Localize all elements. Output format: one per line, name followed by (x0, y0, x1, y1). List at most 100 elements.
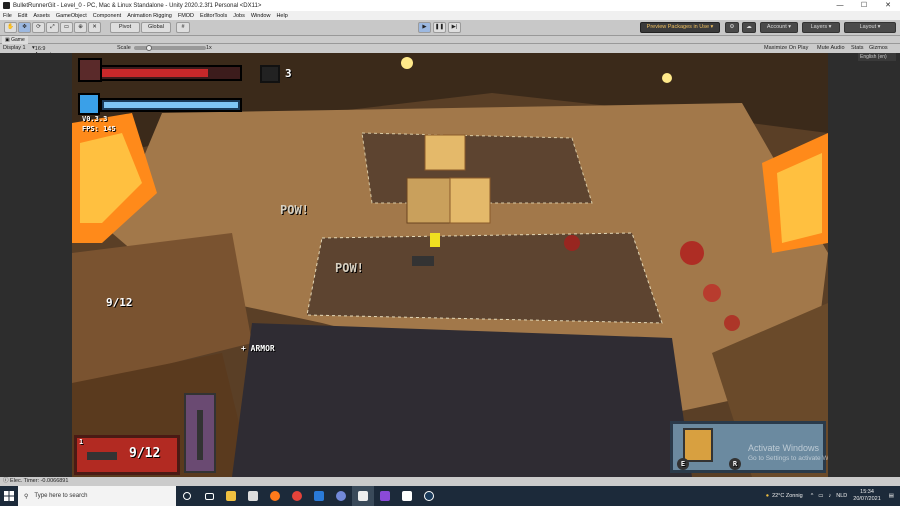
status-bar: ⓘ Elec. Timer: -0.0066891 (0, 477, 900, 486)
rect-tool-icon[interactable]: ▭ (60, 22, 73, 33)
layout-label: Layout (859, 24, 877, 30)
network-icon[interactable]: ▭ (818, 493, 823, 499)
close-button[interactable]: ✕ (876, 0, 900, 11)
menu-file[interactable]: File (3, 13, 12, 19)
title-bar: BulletRunnerGit - Level_0 - PC, Mac & Li… (0, 0, 900, 11)
scale-slider-handle[interactable] (146, 45, 152, 51)
menu-jobs[interactable]: Jobs (233, 13, 245, 19)
pivot-label: Pivot (118, 24, 132, 30)
activate-windows-title: Activate Windows (748, 443, 820, 453)
weapon-panel: 1 9/12 (74, 435, 180, 475)
twitch-icon[interactable] (396, 486, 418, 506)
menu-window[interactable]: Window (251, 13, 271, 19)
menu-help[interactable]: Help (276, 13, 287, 19)
pow-text-2: POW! (335, 261, 364, 275)
global-label: Global (148, 24, 164, 30)
language-dropdown[interactable]: English (en) (858, 53, 896, 61)
notification-icon[interactable]: ▤ (889, 493, 894, 499)
menu-fmod[interactable]: FMOD (178, 13, 194, 19)
health-bar-fill (86, 69, 208, 77)
layout-dropdown[interactable]: Layout ▾ (844, 22, 896, 33)
account-dropdown[interactable]: Account ▾ (760, 22, 798, 33)
scale-tool-icon[interactable]: ⤢ (46, 22, 59, 33)
menu-component[interactable]: Component (93, 13, 121, 19)
mute-audio-toggle[interactable]: Mute Audio (817, 45, 845, 51)
maximize-on-play-toggle[interactable]: Maximize On Play (764, 45, 808, 51)
preview-packages-dropdown[interactable]: Preview Packages in Use ▾ (640, 22, 720, 33)
file-explorer-icon[interactable] (220, 486, 242, 506)
clock[interactable]: 15:34 20/07/2021 (853, 489, 881, 503)
menu-edit[interactable]: Edit (18, 13, 27, 19)
scale-value: 1x (206, 45, 212, 51)
game-view[interactable]: 3 V0.3.3 FPS: 145 POW! POW! 9/12 + ARMOR… (72, 53, 828, 477)
transform-tool-icon[interactable]: ⊕ (74, 22, 87, 33)
menu-editortools[interactable]: EditorTools (200, 13, 227, 19)
tab-game[interactable]: ▣ Game (2, 36, 28, 44)
world-ammo-text: 9/12 (106, 296, 133, 309)
heart-icon (78, 58, 102, 82)
tray-arrow-icon[interactable]: ^ (811, 493, 814, 499)
chrome-icon[interactable] (286, 486, 308, 506)
minimize-button[interactable]: — (828, 0, 852, 11)
display-dropdown[interactable]: Display 1 (3, 45, 26, 51)
account-label: Account (766, 24, 787, 30)
firefox-icon[interactable] (264, 486, 286, 506)
windows-taskbar: ⚲ Type here to search ● 22°C Zonnig ^ ▭ … (0, 486, 900, 506)
settings-icon[interactable]: ⚙ (725, 22, 739, 33)
preview-packages-label: Preview Packages in Use ▾ (646, 24, 714, 30)
weather-text[interactable]: 22°C Zonnig (772, 493, 803, 499)
window-title: BulletRunnerGit - Level_0 - PC, Mac & Li… (13, 2, 262, 9)
task-view-icon[interactable] (198, 486, 220, 506)
weapon-slot-number: 1 (79, 438, 84, 446)
weapon-ammo: 9/12 (129, 446, 161, 461)
unity-logo-icon (3, 2, 10, 9)
custom-tool-icon[interactable]: ✕ (88, 22, 101, 33)
menu-assets[interactable]: Assets (33, 13, 50, 19)
steam-icon[interactable] (418, 486, 440, 506)
windows-start-icon[interactable] (0, 486, 18, 506)
reload-indicator (184, 393, 216, 473)
pause-button[interactable]: ❚❚ (433, 22, 446, 33)
hand-tool-icon[interactable]: ✋ (4, 22, 17, 33)
rotate-tool-icon[interactable]: ⟳ (32, 22, 45, 33)
skull-coin-icon (260, 65, 280, 83)
cortana-icon[interactable] (176, 486, 198, 506)
shield-bar (100, 98, 242, 112)
clock-time: 15:34 (860, 489, 874, 495)
taskbar-search-box[interactable]: ⚲ Type here to search (18, 486, 176, 506)
menu-gameobject[interactable]: GameObject (56, 13, 87, 19)
weather-icon[interactable]: ● (766, 493, 769, 499)
stats-toggle[interactable]: Stats (851, 45, 864, 51)
item-slot-icon (683, 428, 713, 462)
layers-dropdown[interactable]: Layers ▾ (802, 22, 840, 33)
mail-icon[interactable] (308, 486, 330, 506)
activate-windows-subtitle: Go to Settings to activate Windows. (748, 455, 828, 462)
gizmos-dropdown[interactable]: Gizmos (869, 45, 888, 51)
version-label: V0.3.3 (82, 115, 108, 123)
maximize-button[interactable]: ☐ (852, 0, 876, 11)
clock-date: 20/07/2021 (853, 496, 881, 502)
fps-label: FPS: 145 (82, 125, 116, 133)
game-tab-bar: ▣ Game (0, 36, 900, 44)
cloud-icon[interactable]: ☁ (742, 22, 756, 33)
global-button[interactable]: Global (141, 22, 171, 33)
menu-animation-rigging[interactable]: Animation Rigging (127, 13, 172, 19)
volume-icon[interactable]: ♪ (829, 493, 832, 499)
search-placeholder: Type here to search (34, 493, 88, 499)
play-button[interactable]: ▶ (418, 22, 431, 33)
key-r-badge: R (729, 458, 741, 470)
visual-studio-icon[interactable] (374, 486, 396, 506)
move-tool-icon[interactable]: ✥ (18, 22, 31, 33)
unity-taskbar-icon[interactable] (352, 486, 374, 506)
scale-slider[interactable] (134, 46, 206, 50)
game-options-bar: Display 1 ▾ 16:9 Aspect Scale 1x Maximiz… (0, 44, 900, 58)
step-button[interactable]: ▶| (448, 22, 461, 33)
key-e-badge: E (677, 458, 689, 470)
discord-icon[interactable] (330, 486, 352, 506)
input-language[interactable]: NLD (836, 493, 847, 499)
store-icon[interactable] (242, 486, 264, 506)
aspect-dropdown[interactable]: ▾ 16:9 Aspect (32, 45, 52, 58)
coin-count: 3 (285, 67, 292, 80)
pivot-button[interactable]: Pivot (110, 22, 140, 33)
snap-icon[interactable]: # (176, 22, 190, 33)
